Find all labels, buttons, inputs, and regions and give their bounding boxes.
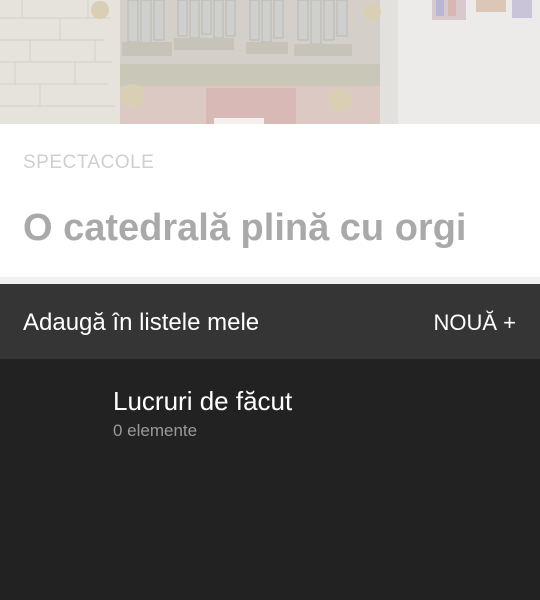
- article-category: SPECTACOLE: [23, 152, 155, 173]
- article-title: O catedrală plină cu orgi: [23, 207, 467, 249]
- list-item[interactable]: Lucruri de făcut 0 elemente: [0, 375, 540, 453]
- article-header: [0, 124, 540, 284]
- sheet-title: Adaugă în listele mele: [23, 309, 260, 336]
- new-list-button[interactable]: NOUĂ +: [433, 308, 516, 338]
- list-item-title: Lucruri de făcut: [113, 386, 293, 416]
- list-item-count: 0 elemente: [113, 421, 198, 440]
- hero-image: [0, 0, 540, 124]
- organ-photo: [0, 0, 540, 124]
- divider: [0, 277, 540, 284]
